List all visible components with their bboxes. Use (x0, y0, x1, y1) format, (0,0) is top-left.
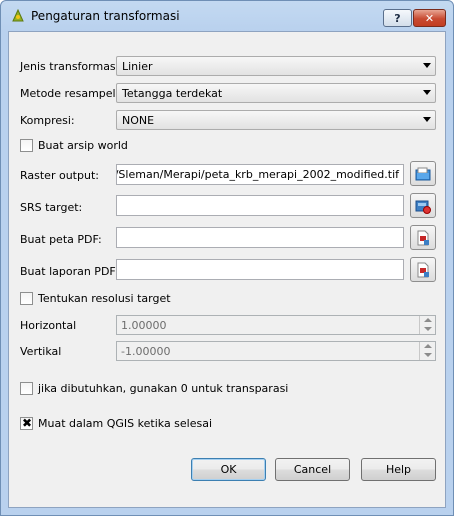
vertical-stepper[interactable] (419, 342, 435, 360)
chevron-down-icon (423, 117, 431, 122)
vertical-value: -1.00000 (121, 345, 171, 358)
chevron-down-icon (424, 353, 432, 357)
open-folder-icon (415, 167, 431, 181)
transform-type-label: Jenis transformasi: (20, 60, 123, 73)
transform-type-value: Linier (122, 60, 153, 73)
chevron-up-icon (424, 318, 432, 322)
pdf-map-field[interactable] (116, 227, 404, 248)
browse-raster-button[interactable] (410, 161, 436, 186)
compression-value: NONE (122, 114, 155, 127)
horizontal-stepper[interactable] (419, 316, 435, 334)
resampling-label: Metode resampel: (20, 87, 120, 100)
chevron-down-icon (424, 327, 432, 331)
chevron-down-icon (423, 63, 431, 68)
cancel-button[interactable]: Cancel (275, 458, 350, 481)
checkmark-icon: ✖ (22, 416, 33, 430)
pdf-map-label: Buat peta PDF: (20, 233, 102, 246)
chevron-down-icon (423, 90, 431, 95)
vertical-label: Vertikal (20, 345, 62, 358)
load-in-qgis-checkbox[interactable]: ✖ (20, 416, 33, 430)
pdf-report-label: Buat laporan PDF: (20, 265, 119, 278)
title-help-button[interactable]: ? (383, 9, 412, 27)
horizontal-label: Horizontal (20, 319, 77, 332)
target-resolution-checkbox[interactable] (20, 292, 33, 305)
load-in-qgis-label: Muat dalam QGIS ketika selesai (38, 417, 213, 430)
raster-output-value: es/qgis/Sleman/Merapi/peta_krb_merapi_20… (117, 168, 399, 181)
compression-select[interactable]: NONE (116, 110, 436, 130)
window-title: Pengaturan transformasi (31, 9, 180, 23)
compression-label: Kompresi: (20, 114, 75, 127)
transform-type-select[interactable]: Linier (116, 56, 436, 76)
browse-pdf-report-button[interactable] (410, 257, 436, 282)
world-file-label: Buat arsip world (38, 139, 128, 152)
zero-transparency-checkbox[interactable] (20, 382, 33, 395)
select-srs-button[interactable] (410, 193, 436, 218)
raster-output-label: Raster output: (20, 169, 99, 182)
ok-button[interactable]: OK (191, 458, 266, 481)
horizontal-spinbox[interactable]: 1.00000 (116, 315, 436, 335)
raster-output-field[interactable]: es/qgis/Sleman/Merapi/peta_krb_merapi_20… (116, 164, 404, 185)
pdf-report-field[interactable] (116, 259, 404, 280)
help-button[interactable]: Help (361, 458, 436, 481)
title-close-button[interactable]: ✕ (413, 9, 446, 27)
transformation-settings-dialog: Pengaturan transformasi ? ✕ Jenis transf… (0, 0, 454, 516)
vertical-spinbox[interactable]: -1.00000 (116, 341, 436, 361)
horizontal-value: 1.00000 (121, 319, 167, 332)
target-srs-field[interactable] (116, 195, 404, 216)
qgis-app-icon (12, 9, 24, 22)
browse-pdf-map-button[interactable] (410, 225, 436, 250)
zero-transparency-label: jika dibutuhkan, gunakan 0 untuk transpa… (38, 382, 289, 395)
projection-icon (415, 200, 431, 214)
title-bar[interactable]: Pengaturan transformasi ? ✕ (1, 1, 453, 31)
target-resolution-label: Tentukan resolusi target (38, 292, 171, 305)
chevron-up-icon (424, 344, 432, 348)
world-file-checkbox[interactable] (20, 139, 33, 152)
target-srs-label: SRS target: (20, 201, 83, 214)
dialog-body: Jenis transformasi: Linier Metode resamp… (8, 31, 446, 508)
pdf-file-icon (417, 262, 429, 278)
resampling-value: Tetangga terdekat (122, 87, 223, 100)
resampling-select[interactable]: Tetangga terdekat (116, 83, 436, 103)
pdf-file-icon (417, 230, 429, 246)
